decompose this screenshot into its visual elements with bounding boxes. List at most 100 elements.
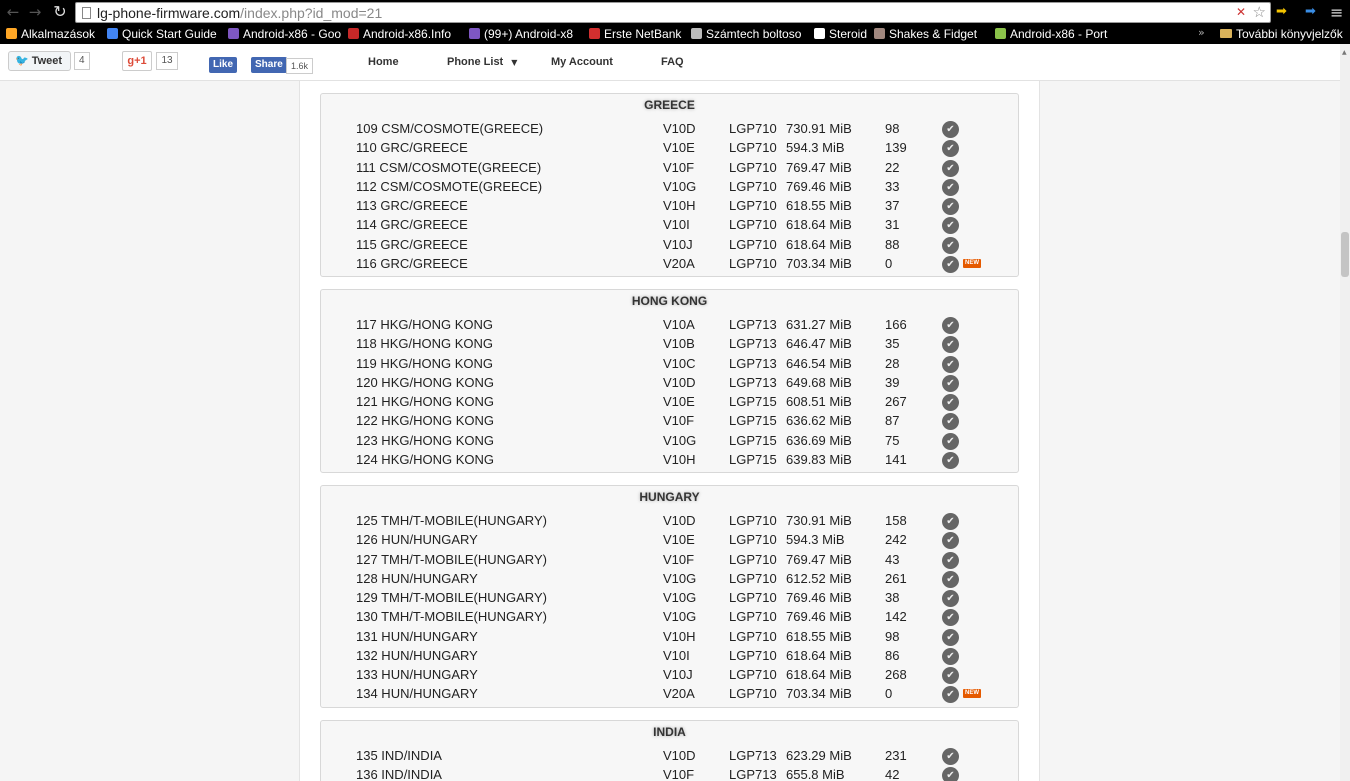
bookmark-item[interactable]: Steroid — [814, 27, 867, 42]
download-count: 139 — [885, 140, 907, 155]
firmware-row: 109 CSM/COSMOTE(GREECE) V10D LGP710 730.91 … — [321, 119, 1018, 138]
address-bar[interactable]: lg-phone-firmware.com/index.php?id_mod=2… — [75, 2, 1271, 23]
download-check-icon[interactable]: ✔ — [942, 433, 959, 450]
firmware-name: 112 CSM/COSMOTE(GREECE) — [356, 179, 543, 194]
download-check-icon[interactable]: ✔ — [942, 336, 959, 353]
firmware-name: 132 HUN/HUNGARY — [356, 648, 478, 663]
download-check-icon[interactable]: ✔ — [942, 590, 959, 607]
download-check-icon[interactable]: ✔ — [942, 160, 959, 177]
other-bookmarks-folder[interactable]: További könyvjelzők — [1220, 27, 1343, 42]
firmware-name: 116 GRC/GREECE — [356, 256, 468, 271]
phone-model: LGP715 — [729, 433, 777, 448]
download-check-icon[interactable]: ✔ — [942, 237, 959, 254]
firmware-name: 124 HKG/HONG KONG — [356, 452, 494, 467]
firmware-row: 136 IND/INDIA V10F LGP713 655.8 MiB 42 ✔ — [321, 765, 1018, 781]
nav-faq[interactable]: FAQ — [661, 55, 684, 69]
download-count: 87 — [885, 413, 900, 428]
file-size: 769.46 MiB — [786, 179, 852, 194]
download-check-icon[interactable]: ✔ — [942, 532, 959, 549]
phone-model: LGP710 — [729, 648, 777, 663]
download-check-icon[interactable]: ✔ — [942, 198, 959, 215]
download-check-icon[interactable]: ✔ — [942, 667, 959, 684]
bookmarks-bar: Alkalmazások Quick Start Guide Android-x86… — [0, 25, 1350, 44]
back-arrow-icon[interactable]: ← — [3, 3, 23, 21]
scroll-up-arrow-icon[interactable]: ▲ — [1342, 49, 1347, 56]
nav-home[interactable]: Home — [368, 55, 399, 69]
download-check-icon[interactable]: ✔ — [942, 179, 959, 196]
reload-icon[interactable]: ↻ — [50, 3, 70, 21]
download-check-icon[interactable]: ✔ — [942, 767, 959, 781]
firmware-list: GREECE 109 CSM/COSMOTE(GREECE) V10D LGP710 7… — [299, 81, 1040, 781]
bookmark-item[interactable]: (99+) Android-x8 — [469, 27, 573, 42]
bookmark-item[interactable]: Quick Start Guide — [107, 27, 217, 42]
bookmark-star-icon[interactable]: ☆ — [1253, 3, 1266, 21]
bookmark-item[interactable]: Számtech boltoso — [691, 27, 801, 42]
download-check-icon[interactable]: ✔ — [942, 648, 959, 665]
phone-model: LGP713 — [729, 375, 777, 390]
phone-model: LGP710 — [729, 256, 777, 271]
phone-model: LGP710 — [729, 609, 777, 624]
firmware-version: V10J — [663, 667, 693, 682]
forward-arrow-icon[interactable]: → — [25, 3, 45, 21]
nav-phone-list[interactable]: Phone List ▼ — [447, 55, 517, 70]
download-count: 42 — [885, 767, 900, 781]
phone-model: LGP710 — [729, 629, 777, 644]
download-check-icon[interactable]: ✔ — [942, 317, 959, 334]
facebook-share-button[interactable]: Share — [251, 57, 287, 73]
download-count: 88 — [885, 237, 900, 252]
download-check-icon[interactable]: ✔ — [942, 629, 959, 646]
extension-arrow-icon[interactable]: ➡ — [1305, 3, 1316, 21]
folder-icon — [1220, 29, 1232, 38]
file-size: 618.64 MiB — [786, 217, 852, 232]
phone-model: LGP710 — [729, 121, 777, 136]
bookmark-item[interactable]: Android-x86 - Goo — [228, 27, 341, 42]
download-check-icon[interactable]: ✔ — [942, 394, 959, 411]
bookmark-item[interactable]: Shakes & Fidget — [874, 27, 977, 42]
bookmark-item[interactable]: Alkalmazások — [6, 27, 95, 42]
download-check-icon[interactable]: ✔ — [942, 571, 959, 588]
firmware-row: 117 HKG/HONG KONG V10A LGP713 631.27 MiB 166… — [321, 315, 1018, 334]
browser-menu-icon[interactable]: ≡ — [1330, 3, 1343, 22]
download-check-icon[interactable]: ✔ — [942, 452, 959, 469]
clear-cookies-icon[interactable]: ✕ — [1236, 5, 1246, 19]
download-check-icon[interactable]: ✔ — [942, 686, 959, 703]
download-check-icon[interactable]: ✔ — [942, 356, 959, 373]
nav-my-account[interactable]: My Account — [551, 55, 613, 69]
download-check-icon[interactable]: ✔ — [942, 609, 959, 626]
firmware-version: V10J — [663, 237, 693, 252]
scrollbar-thumb[interactable] — [1341, 232, 1349, 277]
tweet-button[interactable]: 🐦 Tweet — [8, 51, 72, 71]
download-count: 22 — [885, 160, 900, 175]
bookmark-item[interactable]: Android-x86 - Port — [995, 27, 1107, 42]
facebook-like-button[interactable]: Like — [209, 57, 238, 73]
download-check-icon[interactable]: ✔ — [942, 552, 959, 569]
download-count: 28 — [885, 356, 900, 371]
download-check-icon[interactable]: ✔ — [942, 413, 959, 430]
download-check-icon[interactable]: ✔ — [942, 121, 959, 138]
region-section: INDIA 135 IND/INDIA V10D LGP713 623.29 MiB 23… — [320, 720, 1019, 781]
firmware-name: 128 HUN/HUNGARY — [356, 571, 478, 586]
firmware-name: 119 HKG/HONG KONG — [356, 356, 494, 371]
bookmark-item[interactable]: Erste NetBank — [589, 27, 681, 42]
gplus-button[interactable]: g+1 — [122, 51, 152, 71]
download-check-icon[interactable]: ✔ — [942, 140, 959, 157]
download-check-icon[interactable]: ✔ — [942, 748, 959, 765]
bookmark-item[interactable]: Android-x86.Info — [348, 27, 451, 42]
bookmark-label: Android-x86.Info — [363, 27, 452, 41]
download-check-icon[interactable]: ✔ — [942, 375, 959, 392]
caret-down-icon: ▼ — [511, 58, 518, 67]
file-size: 612.52 MiB — [786, 571, 852, 586]
download-count: 268 — [885, 667, 907, 682]
firmware-row: 128 HUN/HUNGARY V10G LGP710 612.52 MiB 261 ✔ — [321, 569, 1018, 588]
url-text[interactable]: lg-phone-firmware.com/index.php?id_mod=2… — [97, 4, 382, 22]
firmware-row: 113 GRC/GREECE V10H LGP710 618.55 MiB 37 ✔ — [321, 196, 1018, 215]
download-check-icon[interactable]: ✔ — [942, 513, 959, 530]
more-bookmarks-chevron-icon[interactable]: » — [1198, 26, 1205, 39]
firmware-name: 115 GRC/GREECE — [356, 237, 468, 252]
extension-arrow-icon[interactable]: ➡ — [1276, 3, 1287, 21]
scrollbar[interactable]: ▲ — [1340, 44, 1350, 781]
forum-icon — [469, 28, 480, 39]
download-check-icon[interactable]: ✔ — [942, 256, 959, 273]
download-check-icon[interactable]: ✔ — [942, 217, 959, 234]
file-size: 594.3 MiB — [786, 532, 845, 547]
